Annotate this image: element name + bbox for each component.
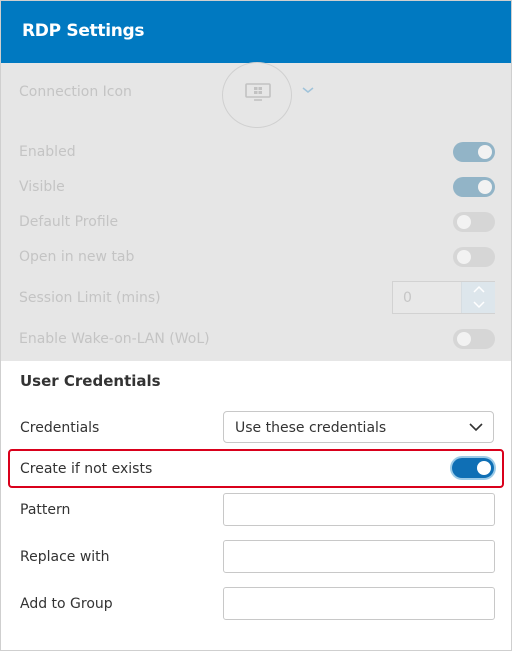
session-limit-value: 0 [403,290,412,306]
chevron-down-icon[interactable] [462,297,496,312]
chevron-down-icon [469,423,483,432]
session-limit-stepper[interactable]: 0 [392,281,495,314]
credentials-label: Credentials [20,420,100,436]
wol-label: Enable Wake-on-LAN (WoL) [19,331,210,347]
add-to-group-label: Add to Group [20,596,113,612]
credentials-select-value: Use these credentials [235,420,387,436]
toggle-knob [478,145,492,159]
create-if-not-exists-toggle[interactable] [452,458,494,478]
default-profile-toggle[interactable] [453,212,495,232]
toggle-knob [478,180,492,194]
toggle-knob [457,332,471,346]
replace-with-input[interactable] [223,540,495,573]
open-new-tab-label: Open in new tab [19,249,135,265]
monitor-icon [245,83,271,101]
enabled-label: Enabled [19,144,76,160]
chevron-up-icon[interactable] [462,282,496,297]
user-credentials-heading: User Credentials [20,372,161,390]
connection-icon-label: Connection Icon [19,84,132,100]
open-new-tab-toggle[interactable] [453,247,495,267]
pattern-label: Pattern [20,502,71,518]
enabled-toggle[interactable] [453,142,495,162]
wol-toggle[interactable] [453,329,495,349]
visible-toggle[interactable] [453,177,495,197]
create-if-not-exists-label: Create if not exists [20,461,153,477]
stepper-buttons [461,282,495,313]
panel-header: RDP Settings [1,1,511,63]
rdp-settings-panel: RDP Settings Connection Icon Enabled Vis… [0,0,512,651]
toggle-knob [477,461,491,475]
chevron-down-icon[interactable] [301,85,315,95]
credentials-select[interactable]: Use these credentials [223,411,494,443]
default-profile-label: Default Profile [19,214,119,230]
toggle-knob [457,250,471,264]
page-title: RDP Settings [22,21,145,41]
visible-label: Visible [19,179,65,195]
add-to-group-input[interactable] [223,587,495,620]
replace-with-label: Replace with [20,549,110,565]
pattern-input[interactable] [223,493,495,526]
session-limit-label: Session Limit (mins) [19,290,161,306]
toggle-knob [457,215,471,229]
